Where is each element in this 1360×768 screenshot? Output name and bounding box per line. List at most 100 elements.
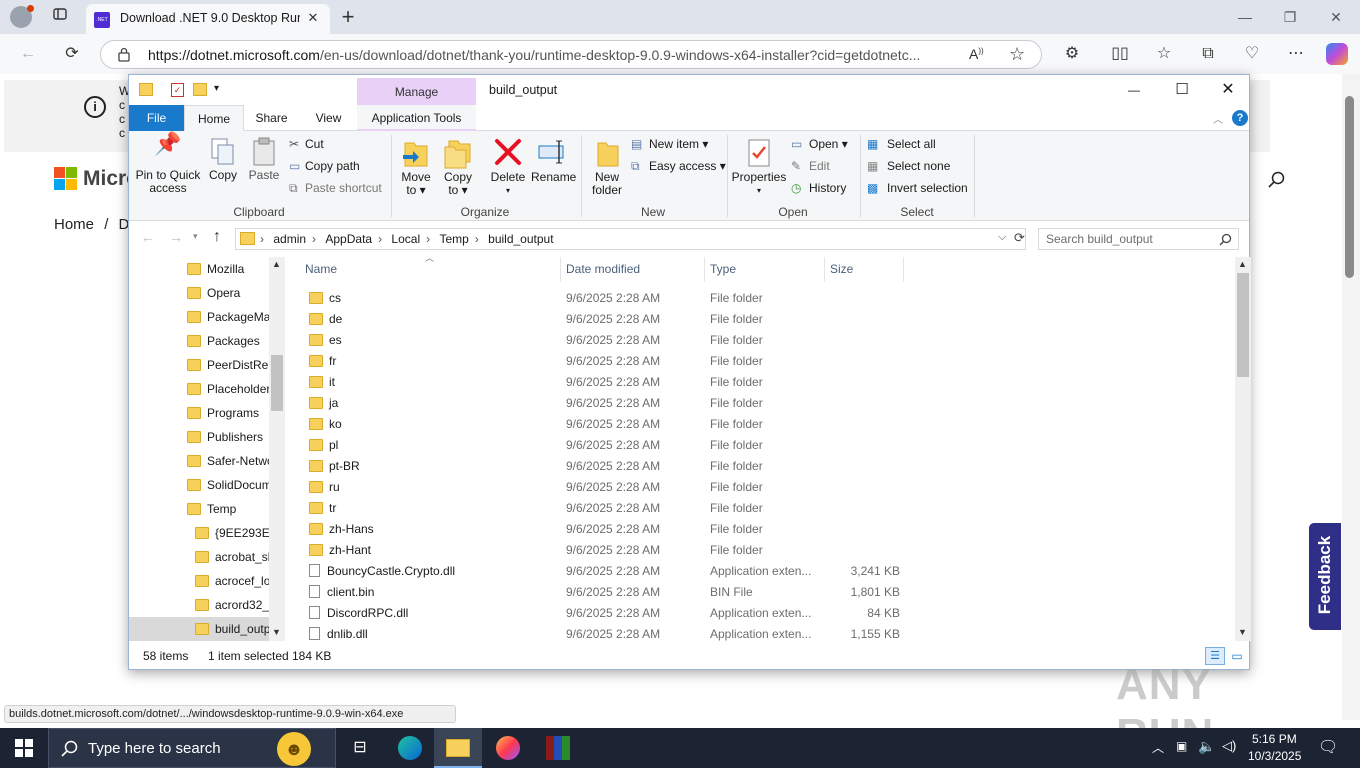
column-divider[interactable]	[560, 257, 561, 282]
new-folder-button[interactable]: New folder	[587, 137, 627, 197]
delete-button[interactable]: Delete ▾	[487, 137, 529, 197]
nav-item[interactable]: {9EE293E3-	[129, 521, 269, 545]
scroll-up-icon[interactable]: ▲	[1238, 259, 1247, 269]
history-button[interactable]: ◷ History	[791, 179, 846, 197]
column-header-date[interactable]: Date modified	[566, 257, 696, 282]
nav-item[interactable]: acrocef_lo	[129, 569, 269, 593]
edge-browser-icon[interactable]	[386, 728, 434, 768]
file-row[interactable]: fr 9/6/2025 2:28 AM File folder	[305, 351, 905, 372]
ribbon-collapse-icon[interactable]: ︿	[1213, 111, 1223, 126]
close-window-icon[interactable]: ✕	[1314, 3, 1358, 31]
file-row[interactable]: ja 9/6/2025 2:28 AM File folder	[305, 393, 905, 414]
clock-time[interactable]: 5:16 PM	[1252, 732, 1297, 746]
move-to-button[interactable]: Move to ▾	[397, 137, 435, 197]
nav-item[interactable]: PeerDistRep	[129, 353, 269, 377]
column-header-size[interactable]: Size	[830, 257, 900, 282]
paste-shortcut-button[interactable]: ⧉ Paste shortcut	[289, 179, 382, 197]
file-row[interactable]: de 9/6/2025 2:28 AM File folder	[305, 309, 905, 330]
column-divider[interactable]	[704, 257, 705, 282]
column-divider[interactable]	[903, 257, 904, 282]
breadcrumb-home-link[interactable]: Home	[54, 216, 94, 233]
new-tab-icon[interactable]: +	[334, 3, 362, 31]
tab-share[interactable]: Share	[249, 105, 294, 131]
manage-contextual-tab[interactable]: Manage	[357, 78, 476, 105]
qat-properties-icon[interactable]: ✓	[171, 83, 184, 97]
explorer-minimize-icon[interactable]: —	[1119, 77, 1149, 103]
pin-to-quick-access-button[interactable]: 📌 Pin to Quick access	[133, 133, 203, 195]
taskbar-search-box[interactable]: Type here to search ☻	[48, 728, 336, 768]
copy-to-button[interactable]: Copy to ▾	[439, 137, 477, 197]
profile-avatar-icon[interactable]	[10, 5, 34, 28]
start-windows-icon[interactable]	[0, 728, 48, 768]
address-refresh-icon[interactable]: ⟳	[1014, 230, 1025, 246]
file-row[interactable]: client.bin 9/6/2025 2:28 AM BIN File 1,801 …	[305, 582, 905, 603]
scroll-down-icon[interactable]: ▼	[272, 627, 281, 637]
microsoft-logo-icon[interactable]	[54, 167, 78, 191]
nav-item[interactable]: SolidDocum	[129, 473, 269, 497]
restore-icon[interactable]: ❐	[1268, 3, 1312, 31]
network-icon[interactable]: ▣	[1176, 739, 1187, 753]
tab-home[interactable]: Home	[184, 105, 244, 131]
rename-button[interactable]: Rename	[531, 137, 576, 184]
minimize-icon[interactable]: —	[1223, 3, 1267, 31]
page-scroll-thumb[interactable]	[1345, 96, 1354, 278]
tab-actions-icon[interactable]	[46, 3, 74, 31]
scroll-down-icon[interactable]: ▼	[1238, 627, 1247, 637]
site-search-icon[interactable]	[1268, 171, 1286, 192]
copy-button[interactable]: Copy	[205, 137, 241, 182]
recent-locations-icon[interactable]: ▾	[193, 231, 198, 242]
file-list-scroll-thumb[interactable]	[1237, 273, 1249, 377]
edit-button[interactable]: ✎ Edit	[791, 157, 830, 175]
nav-item[interactable]: Programs	[129, 401, 269, 425]
nav-forward-icon[interactable]: →	[169, 229, 183, 245]
lock-icon[interactable]	[117, 47, 131, 65]
qat-new-folder-icon[interactable]	[193, 83, 207, 96]
column-header-type[interactable]: Type	[710, 257, 820, 282]
copilot-icon[interactable]	[1326, 43, 1348, 65]
nav-item[interactable]: Mozilla	[129, 257, 269, 281]
help-icon[interactable]: ?	[1232, 110, 1248, 126]
file-row[interactable]: pl 9/6/2025 2:28 AM File folder	[305, 435, 905, 456]
invert-selection-button[interactable]: ▩ Invert selection	[867, 179, 968, 197]
nav-item-selected[interactable]: build_outp	[129, 617, 269, 641]
back-icon[interactable]: ←	[14, 40, 42, 68]
nav-item[interactable]: acrord32_s	[129, 593, 269, 617]
file-row[interactable]: dnlib.dll 9/6/2025 2:28 AM Application ext…	[305, 624, 905, 641]
qat-customize-icon[interactable]: ▾	[214, 83, 219, 94]
refresh-icon[interactable]: ⟳	[58, 40, 86, 68]
firefox-icon[interactable]	[484, 728, 532, 768]
explorer-maximize-icon[interactable]: ☐	[1167, 77, 1197, 103]
file-explorer-taskbar-icon[interactable]	[434, 728, 482, 768]
task-view-icon[interactable]: ⊟	[336, 728, 384, 768]
explorer-search-input[interactable]: Search build_output	[1038, 228, 1239, 250]
column-header-name[interactable]: Name	[305, 257, 555, 282]
file-row[interactable]: ko 9/6/2025 2:28 AM File folder	[305, 414, 905, 435]
crumb-build-output[interactable]: build_output	[488, 232, 553, 246]
performance-icon[interactable]: ♡	[1238, 40, 1266, 68]
cut-button[interactable]: ✂ Cut	[289, 135, 324, 153]
nav-item[interactable]: Opera	[129, 281, 269, 305]
file-list-scrollbar[interactable]: ▲ ▼	[1235, 257, 1251, 641]
nav-pane-scrollbar[interactable]: ▲ ▼	[269, 257, 285, 641]
nav-back-icon[interactable]: ←	[141, 229, 155, 245]
address-bar[interactable]: https://dotnet.microsoft.com/en-us/downl…	[100, 40, 1042, 69]
explorer-address-bar[interactable]: › admin › AppData › Local › Temp › build_out…	[235, 228, 1026, 250]
address-dropdown-icon[interactable]: ⌵	[998, 231, 1006, 244]
url-text[interactable]: https://dotnet.microsoft.com/en-us/downl…	[148, 47, 948, 63]
nav-item[interactable]: Packages	[129, 329, 269, 353]
file-row[interactable]: es 9/6/2025 2:28 AM File folder	[305, 330, 905, 351]
nav-item[interactable]: Publishers	[129, 425, 269, 449]
open-button[interactable]: ▭ Open ▾	[791, 135, 848, 153]
column-divider[interactable]	[824, 257, 825, 282]
file-row[interactable]: pt-BR 9/6/2025 2:28 AM File folder	[305, 456, 905, 477]
crumb-local[interactable]: Local	[391, 232, 420, 246]
feedback-button[interactable]: Feedback	[1309, 523, 1341, 630]
file-row[interactable]: it 9/6/2025 2:28 AM File folder	[305, 372, 905, 393]
explorer-title-bar[interactable]: ✓ ▾ Manage build_output — ☐ ✕	[129, 75, 1249, 105]
notifications-icon[interactable]: 🗨	[1318, 737, 1338, 757]
file-row[interactable]: cs 9/6/2025 2:28 AM File folder	[305, 288, 905, 309]
file-row[interactable]: DiscordRPC.dll 9/6/2025 2:28 AM Applicatio…	[305, 603, 905, 624]
favorites-icon[interactable]: ☆	[1150, 40, 1178, 68]
crumb-admin[interactable]: admin	[273, 232, 306, 246]
nav-scroll-thumb[interactable]	[271, 355, 283, 411]
